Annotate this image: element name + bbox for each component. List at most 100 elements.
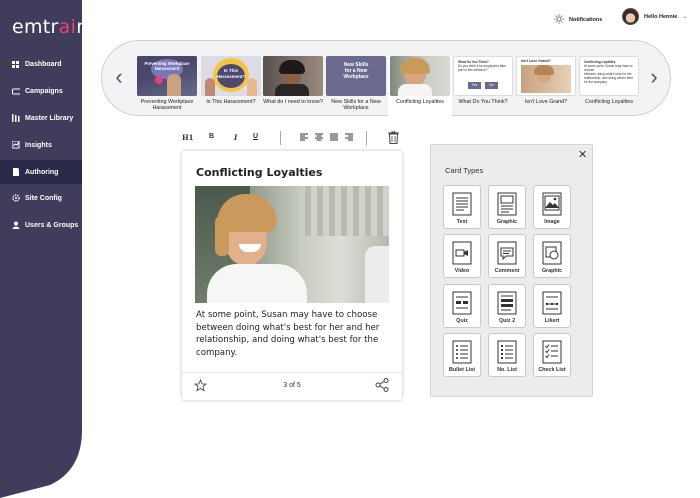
card-type-comment[interactable]: Comment [488,234,526,278]
align-center-icon[interactable] [315,133,323,143]
sidebar-item-label: Users & Groups [25,221,79,229]
carousel-card-selected[interactable]: Conflicting Loyalties [388,56,452,116]
carousel-card[interactable]: Is This Harassment? Is This Harassment? [201,56,261,105]
close-icon[interactable]: ✕ [578,148,587,161]
numbered-list-icon [497,340,517,364]
thumb-text: for the company. [584,80,608,84]
carousel-next-button[interactable]: › [647,65,661,89]
gear-icon [12,194,20,202]
quiz-icon [452,291,472,315]
carousel-card[interactable]: Conflicting Loyalties At some point, Sus… [579,56,639,105]
chevron-down-icon: ⌄ [682,14,688,20]
card-thumbnail: Conflicting Loyalties At some point, Sus… [579,56,639,96]
card-type-quiz[interactable]: Quiz [443,284,481,328]
card-type-quiz-2[interactable]: Quiz 2 [488,284,526,328]
card-caption: What do I need to know? [263,99,323,105]
card-thumbnail: Isn't Love Grand? [516,56,576,96]
card-type-graphic[interactable]: Graphic [533,234,571,278]
card-thumbnail: What Do You Think? Do you think it be em… [453,56,513,96]
card-type-label: Quiz 2 [498,318,516,324]
comment-icon [497,241,517,265]
card-image[interactable] [195,186,389,303]
sidebar-item-label: Master Library [25,114,74,122]
card-type-graphic-text[interactable]: Graphic [488,185,526,229]
card-type-label: Comment [494,268,520,274]
align-left-icon[interactable] [300,133,308,143]
card-thumbnail [263,56,323,96]
align-justify-icon[interactable] [330,133,338,143]
sidebar-item-campaigns[interactable]: Campaigns [0,80,82,102]
chevron-left-icon: ‹ [115,64,123,89]
card-type-label: Graphic [541,268,563,274]
card-type-label: Video [454,268,470,274]
toolbar-divider [366,131,367,145]
align-right-icon[interactable] [345,133,353,143]
sidebar-item-label: Dashboard [25,60,62,68]
sidebar: emtrain Dashboard Campaigns Master Libra… [0,0,88,498]
card-type-label: Text [456,219,468,225]
sidebar-item-insights[interactable]: Insights [0,134,82,156]
card-type-numbered-list[interactable]: No. List [488,333,526,377]
trash-icon[interactable] [388,130,399,146]
card-type-bullet-list[interactable]: Bullet List [443,333,481,377]
italic-button[interactable]: I [234,133,237,142]
sidebar-item-dashboard[interactable]: Dashboard [0,53,82,75]
sidebar-item-authoring[interactable]: Authoring [0,160,82,184]
card-caption: Isn't Love Grand? [524,99,568,105]
card-thumbnail: Preventing Workplace Harassment [137,56,197,96]
card-carousel: ‹ › Preventing Workplace Harassment Prev… [101,40,671,116]
sidebar-item-site-config[interactable]: Site Config [0,187,82,209]
card-type-text[interactable]: Text [443,185,481,229]
card-thumbnail [390,56,450,96]
text-icon [452,192,472,216]
thumb-text: No [485,82,498,89]
page-indicator: 3 of 5 [283,382,301,389]
carousel-prev-button[interactable]: ‹ [112,65,126,89]
card-body-text[interactable]: At some point, Susan may have to choose … [196,309,390,359]
sidebar-item-label: Authoring [25,168,59,176]
card-type-label: Image [544,219,560,225]
card-caption: Conflicting Loyalties [585,99,633,105]
card-type-likert[interactable]: Likert [533,284,571,328]
card-thumbnail: New Skills for a New Workplace [326,56,386,96]
carousel-card[interactable]: Isn't Love Grand? Isn't Love Grand? [516,56,576,105]
notifications-label: Notifications [569,17,603,23]
underline-button[interactable]: U [253,133,258,140]
card-type-video[interactable]: Video [443,234,481,278]
card-caption: Is This Harassment? [206,99,256,105]
check-list-icon [542,340,562,364]
greeting-label: Hello Hennie [644,13,678,20]
thumb-text: Isn't Love Grand? [521,59,551,63]
avatar [622,8,639,25]
sidebar-item-label: Insights [25,141,52,149]
card-title[interactable]: Conflicting Loyalties [196,166,322,179]
card-type-label: No. List [497,367,517,373]
heading-button[interactable]: H1 [182,133,193,142]
video-icon [452,241,472,265]
share-icon[interactable] [375,378,389,397]
thumb-text: part in this behavior? [458,68,488,72]
carousel-card[interactable]: What do I need to know? [263,56,323,105]
card-type-check-list[interactable]: Check List [533,333,571,377]
carousel-card[interactable]: Preventing Workplace Harassment Preventi… [137,56,197,111]
card-footer: 3 of 5 [182,372,402,400]
sidebar-item-master-library[interactable]: Master Library [0,107,82,129]
app-logo[interactable]: emtrain [12,16,89,38]
card-caption: Preventing Workplace Harassment [140,99,194,111]
carousel-card[interactable]: What Do You Think? Do you think it be em… [453,56,513,105]
graphic-text-icon [497,192,517,216]
notifications-button[interactable]: Notifications [554,14,602,26]
card-types-panel: ✕ Card Types Text Graphic Image Video Co… [430,144,593,397]
sidebar-item-users-groups[interactable]: Users & Groups [0,214,82,236]
card-type-image[interactable]: Image [533,185,571,229]
likert-icon [542,291,562,315]
carousel-card[interactable]: New Skills for a New Workplace New Skill… [326,56,386,111]
card-thumbnail: Is This Harassment? [201,56,261,96]
user-menu[interactable]: Hello Hennie ⌄ [622,8,687,25]
bold-button[interactable]: B [209,133,214,140]
image-icon [542,192,562,216]
insights-icon [12,141,20,149]
thumb-text: Workplace [343,74,369,80]
sidebar-item-label: Campaigns [25,87,63,95]
card-type-label: Quiz [456,318,468,324]
